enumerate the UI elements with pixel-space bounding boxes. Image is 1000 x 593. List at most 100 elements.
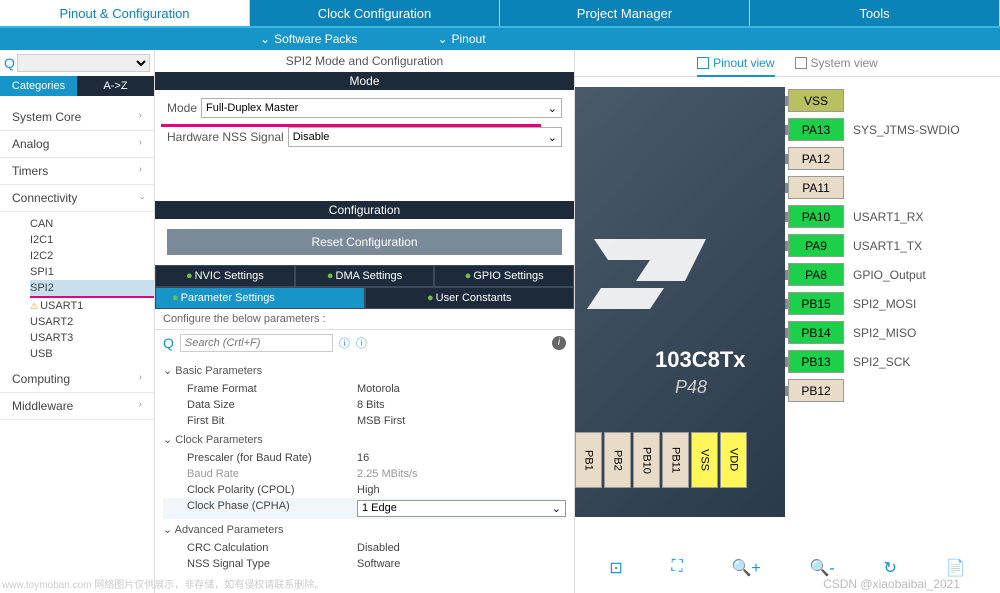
nss-select[interactable]: Disable⌄ (288, 127, 562, 147)
menu-software-packs[interactable]: ⌄Software Packs (260, 32, 357, 46)
watermark: www.toymoban.com 网络图片仅供展示，非存储，如有侵权请联系删除。 (2, 576, 324, 591)
check-icon: ● (427, 292, 434, 304)
category-analog[interactable]: Analog› (0, 131, 154, 158)
pin-pa10[interactable]: PA10 (788, 205, 844, 228)
zoom-out-icon[interactable]: 🔍- (810, 558, 835, 578)
menu-pinout[interactable]: ⌄Pinout (437, 32, 485, 46)
mode-section-header: Mode (155, 72, 574, 90)
pin-pa9[interactable]: PA9 (788, 234, 844, 257)
param-row[interactable]: Clock Polarity (CPOL)High (163, 482, 566, 498)
param-search-input[interactable] (180, 334, 333, 352)
pin-pb12[interactable]: PB12 (788, 379, 844, 402)
param-row[interactable]: Baud Rate2.25 MBits/s (163, 466, 566, 482)
pin-pa13[interactable]: PA13 (788, 118, 844, 141)
peripheral-search[interactable] (17, 54, 150, 72)
param-row[interactable]: CRC CalculationDisabled (163, 540, 566, 556)
rotate-icon[interactable]: ↻ (884, 558, 897, 578)
pin-pb15[interactable]: PB15 (788, 292, 844, 315)
category-connectivity[interactable]: Connectivity› (0, 185, 154, 212)
peripheral-usart3[interactable]: USART3 (30, 330, 154, 346)
watermark-csdn: CSDN @xiaobaibai_2021 (823, 577, 960, 591)
param-row[interactable]: NSS Signal TypeSoftware (163, 556, 566, 572)
pin-pb2[interactable]: PB2 (604, 432, 631, 488)
tab-user-constants[interactable]: ●User Constants (365, 287, 575, 309)
tab-nvic-settings[interactable]: ●NVIC Settings (155, 265, 295, 287)
param-value: High (357, 484, 380, 496)
tab-pinout-config[interactable]: Pinout & Configuration (0, 0, 250, 26)
peripheral-usb[interactable]: USB (30, 346, 154, 362)
tab-project-manager[interactable]: Project Manager (500, 0, 750, 26)
param-group-clock-parameters[interactable]: Clock Parameters (163, 429, 566, 450)
pin-label: SPI2_SCK (853, 355, 910, 369)
tab-gpio-settings[interactable]: ●GPIO Settings (434, 265, 574, 287)
peripheral-can[interactable]: CAN (30, 216, 154, 232)
chevron-down-icon: ⌄ (260, 32, 270, 46)
chevron-icon: › (139, 164, 142, 178)
category-middleware[interactable]: Middleware› (0, 393, 154, 420)
peripheral-i2c2[interactable]: I2C2 (30, 248, 154, 264)
chevron-icon: › (139, 372, 142, 386)
param-row[interactable]: Data Size8 Bits (163, 397, 566, 413)
param-value: 16 (357, 452, 369, 464)
expand-icon[interactable]: ⓘ (356, 335, 367, 351)
param-name: CRC Calculation (187, 542, 357, 554)
peripheral-spi2[interactable]: SPI2 (30, 280, 154, 298)
reset-config-button[interactable]: Reset Configuration (167, 229, 562, 255)
tab-dma-settings[interactable]: ●DMA Settings (295, 265, 435, 287)
chevron-down-icon: ⌄ (548, 102, 557, 115)
chevron-down-icon: ⌄ (548, 131, 557, 144)
category-system-core[interactable]: System Core› (0, 104, 154, 131)
mode-label: Mode (167, 101, 197, 115)
collapse-icon[interactable]: ⓘ (339, 335, 350, 351)
peripheral-usart1[interactable]: USART1 (30, 298, 154, 314)
config-panel-title: SPI2 Mode and Configuration (155, 50, 574, 72)
tab-categories[interactable]: Categories (0, 76, 77, 96)
tab-system-view[interactable]: System view (795, 56, 878, 70)
pin-pa12[interactable]: PA12 (788, 147, 844, 170)
pin-pb14[interactable]: PB14 (788, 321, 844, 344)
info-icon[interactable]: i (552, 336, 566, 350)
peripheral-spi1[interactable]: SPI1 (30, 264, 154, 280)
pin-pb1[interactable]: PB1 (575, 432, 602, 488)
pin-pa8[interactable]: PA8 (788, 263, 844, 286)
tab-tools[interactable]: Tools (750, 0, 1000, 26)
peripheral-i2c1[interactable]: I2C1 (30, 232, 154, 248)
pin-vss[interactable]: VSS (788, 89, 844, 112)
param-row[interactable]: Clock Phase (CPHA)1 Edge⌄ (163, 498, 566, 519)
pin-pa11[interactable]: PA11 (788, 176, 844, 199)
peripheral-usart2[interactable]: USART2 (30, 314, 154, 330)
pin-pb13[interactable]: PB13 (788, 350, 844, 373)
param-value: 2.25 MBits/s (357, 468, 418, 480)
param-value: 8 Bits (357, 399, 385, 411)
category-computing[interactable]: Computing› (0, 366, 154, 393)
param-name: First Bit (187, 415, 357, 427)
mode-select[interactable]: Full-Duplex Master⌄ (201, 98, 562, 118)
category-timers[interactable]: Timers› (0, 158, 154, 185)
fullscreen-icon[interactable]: ⛶ (672, 558, 683, 578)
pin-vss[interactable]: VSS (691, 432, 718, 488)
param-group-basic-parameters[interactable]: Basic Parameters (163, 360, 566, 381)
param-name: Clock Polarity (CPOL) (187, 484, 357, 496)
chip-package: P48 (675, 377, 707, 398)
config-section-header: Configuration (155, 201, 574, 219)
chip-part-number: 103C8Tx (655, 347, 746, 373)
pin-pb11[interactable]: PB11 (662, 432, 689, 488)
pin-pb10[interactable]: PB10 (633, 432, 660, 488)
fit-view-icon[interactable]: ⊡ (609, 558, 622, 578)
check-icon: ● (327, 270, 334, 282)
pin-label: SPI2_MISO (853, 326, 916, 340)
pin-label: GPIO_Output (853, 268, 926, 282)
export-icon[interactable]: 📄 (946, 558, 966, 578)
param-value-select[interactable]: 1 Edge⌄ (357, 500, 566, 517)
tab-pinout-view[interactable]: Pinout view (697, 56, 774, 70)
param-name: Baud Rate (187, 468, 357, 480)
pin-vdd[interactable]: VDD (720, 432, 747, 488)
param-row[interactable]: First BitMSB First (163, 413, 566, 429)
tab-clock-config[interactable]: Clock Configuration (250, 0, 500, 26)
tab-a-z[interactable]: A->Z (77, 76, 154, 96)
param-group-advanced-parameters[interactable]: Advanced Parameters (163, 519, 566, 540)
param-row[interactable]: Prescaler (for Baud Rate)16 (163, 450, 566, 466)
tab-parameter-settings[interactable]: ●Parameter Settings (155, 287, 365, 309)
zoom-in-icon[interactable]: 🔍+ (731, 558, 760, 578)
param-row[interactable]: Frame FormatMotorola (163, 381, 566, 397)
